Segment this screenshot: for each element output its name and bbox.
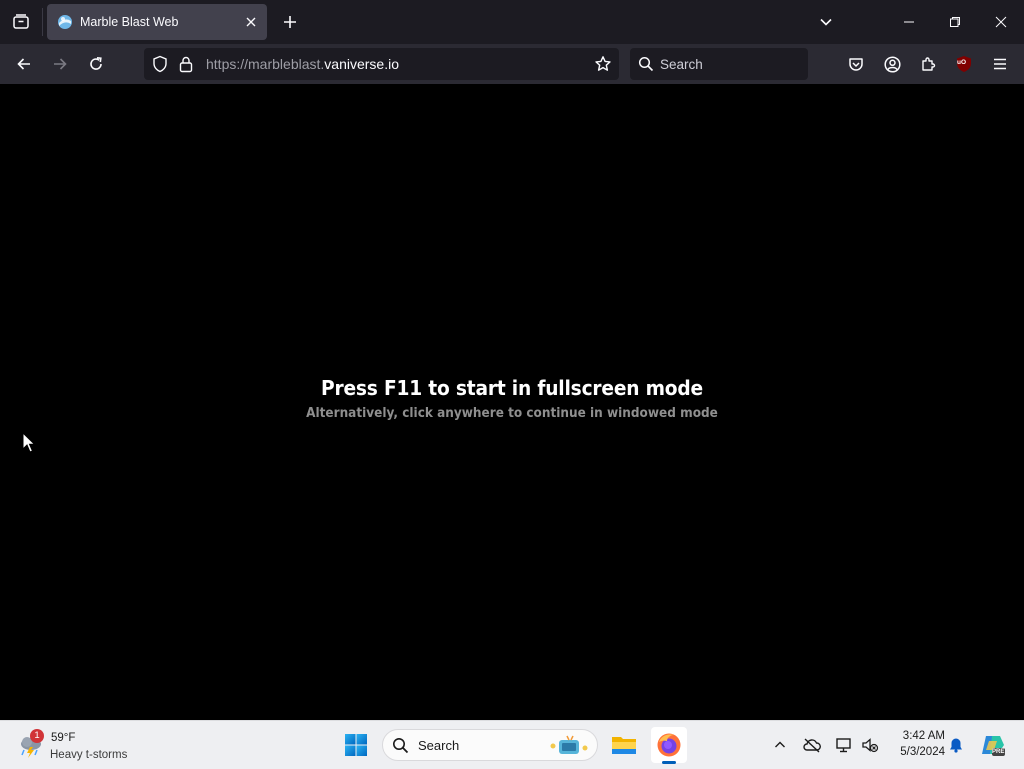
windows-taskbar: 1 59°F Heavy t-storms Search 3:42 AM 5/3… <box>0 720 1024 769</box>
close-icon <box>995 16 1007 28</box>
network-tray-button[interactable] <box>832 733 856 757</box>
clock-date: 5/3/2024 <box>900 746 945 758</box>
back-button[interactable] <box>10 50 38 78</box>
tab-list-dropdown[interactable] <box>814 10 838 34</box>
onedrive-tray-button[interactable] <box>800 733 824 757</box>
cloud-offline-icon <box>803 738 821 753</box>
navigation-toolbar: https://marbleblast.vaniverse.io Search <box>0 44 1024 84</box>
extension-badge-text: uO <box>957 59 967 66</box>
url-text: https://marbleblast.vaniverse.io <box>206 56 399 72</box>
hamburger-icon <box>994 58 1006 70</box>
taskbar-clock[interactable]: 3:42 AM 5/3/2024 <box>885 728 945 760</box>
mouse-cursor-icon <box>22 432 36 453</box>
address-bar[interactable]: https://marbleblast.vaniverse.io <box>144 48 619 80</box>
close-icon <box>246 17 256 27</box>
marble-favicon-icon <box>58 15 72 29</box>
show-hidden-icons-button[interactable] <box>768 733 792 757</box>
star-icon[interactable] <box>594 55 612 73</box>
notifications-button[interactable] <box>944 733 968 757</box>
menu-button[interactable] <box>986 50 1014 78</box>
weather-widget[interactable]: 1 59°F Heavy t-storms <box>14 725 154 765</box>
windowed-mode-hint: Alternatively, click anywhere to continu… <box>306 406 718 421</box>
reload-icon <box>90 57 102 70</box>
arrow-right-icon <box>54 58 67 70</box>
plus-icon <box>284 16 296 28</box>
minimize-icon <box>904 21 914 23</box>
close-window-button[interactable] <box>978 0 1024 44</box>
search-highlight-icon <box>550 735 588 754</box>
account-icon <box>883 55 901 73</box>
forward-button[interactable] <box>46 50 74 78</box>
volume-muted-icon <box>862 738 879 753</box>
bell-icon <box>950 738 962 753</box>
chevron-up-icon <box>775 741 785 748</box>
folder-icon <box>612 737 636 754</box>
firefox-running-indicator <box>662 761 676 764</box>
arrow-left-icon <box>17 58 30 70</box>
restore-button[interactable] <box>932 0 978 44</box>
ublock-extension-button[interactable]: uO <box>950 50 978 78</box>
firefox-icon <box>657 733 681 757</box>
account-button[interactable] <box>878 50 906 78</box>
taskbar-search-label: Search <box>418 738 460 753</box>
taskbar-search-box[interactable]: Search <box>382 729 598 761</box>
search-icon <box>393 738 409 754</box>
pocket-icon <box>849 58 863 71</box>
tab-strip: Marble Blast Web <box>0 0 1024 44</box>
close-tab-button[interactable] <box>241 12 261 32</box>
file-explorer-taskbar-button[interactable] <box>606 727 642 763</box>
windows-logo-icon <box>345 734 367 756</box>
search-placeholder: Search <box>660 57 703 72</box>
display-network-icon <box>836 738 851 753</box>
start-button[interactable] <box>340 729 372 761</box>
clock-time: 3:42 AM <box>902 730 945 742</box>
weather-temperature: 59°F <box>51 732 76 744</box>
search-icon <box>638 56 654 72</box>
minimize-button[interactable] <box>886 0 932 44</box>
shield-icon[interactable] <box>151 55 169 73</box>
puzzle-icon <box>922 57 936 71</box>
lock-icon[interactable] <box>178 55 194 73</box>
tab-marble-blast[interactable]: Marble Blast Web <box>47 4 267 40</box>
weather-condition: Heavy t-storms <box>50 749 128 761</box>
search-bar[interactable]: Search <box>630 48 808 80</box>
extensions-button[interactable] <box>914 50 942 78</box>
list-all-tabs-button[interactable] <box>0 0 42 44</box>
copilot-button[interactable]: PRE <box>978 733 1008 757</box>
new-tab-button[interactable] <box>278 10 302 34</box>
weather-alert-badge: 1 <box>30 729 44 743</box>
copilot-pre-badge: PRE <box>992 749 1005 755</box>
volume-tray-button[interactable] <box>858 733 882 757</box>
fullscreen-prompt-title: Press F11 to start in fullscreen mode <box>321 376 703 400</box>
tab-tray-icon <box>13 14 29 29</box>
restore-icon <box>950 17 960 27</box>
firefox-taskbar-button[interactable] <box>651 727 687 763</box>
url-domain: vaniverse.io <box>324 56 399 72</box>
tab-title: Marble Blast Web <box>80 15 179 29</box>
pocket-button[interactable] <box>842 50 870 78</box>
tab-divider <box>42 8 43 36</box>
page-content[interactable]: Press F11 to start in fullscreen mode Al… <box>0 84 1024 720</box>
reload-button[interactable] <box>82 50 110 78</box>
chevron-down-icon <box>820 18 832 26</box>
url-prefix: https://marbleblast. <box>206 56 325 72</box>
